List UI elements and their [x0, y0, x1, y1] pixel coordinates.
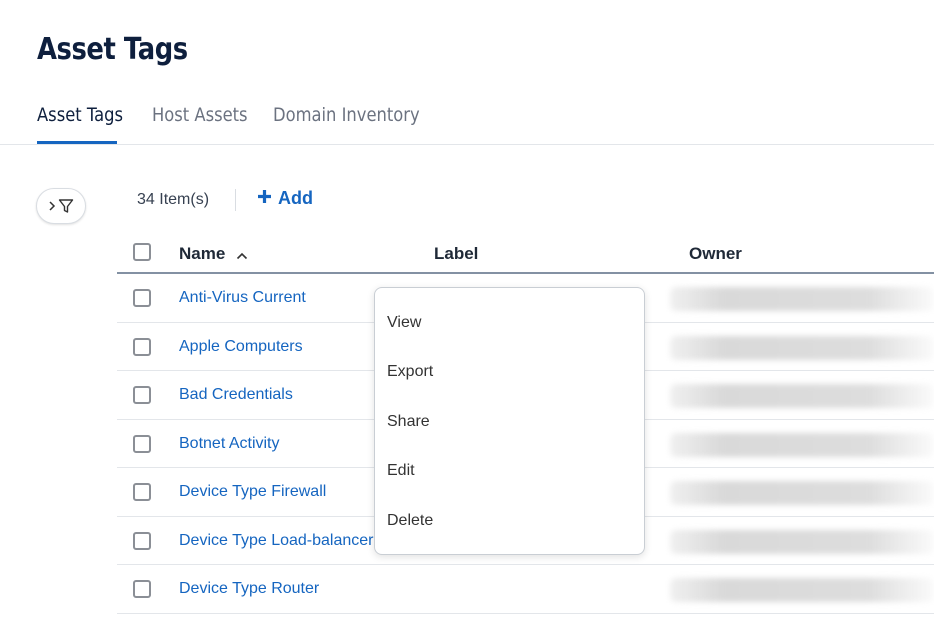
- tag-name-link[interactable]: Bad Credentials: [179, 386, 293, 404]
- menu-item-edit[interactable]: Edit: [375, 451, 644, 491]
- tag-name-link[interactable]: Anti-Virus Current: [179, 289, 306, 307]
- page-title: Asset Tags: [37, 32, 188, 67]
- funnel-icon: [58, 198, 74, 214]
- chevron-right-icon: [48, 200, 56, 212]
- tag-name-link[interactable]: Apple Computers: [179, 338, 303, 356]
- owner-value-redacted: [670, 481, 934, 505]
- select-all-checkbox[interactable]: [133, 243, 151, 261]
- row-checkbox[interactable]: [133, 337, 151, 356]
- tag-name-link[interactable]: Device Type Firewall: [179, 483, 326, 501]
- row-checkbox[interactable]: [133, 580, 151, 598]
- tab-asset-tags[interactable]: Asset Tags: [37, 104, 123, 126]
- column-header-owner[interactable]: Owner: [689, 244, 742, 264]
- row-checkbox[interactable]: [133, 386, 151, 404]
- tag-name-link[interactable]: Device Type Load-balancer: [179, 532, 374, 550]
- table-row: Device Type Router: [117, 565, 934, 614]
- row-checkbox[interactable]: [133, 434, 151, 453]
- row-checkbox[interactable]: [133, 289, 151, 307]
- row-checkbox[interactable]: [133, 483, 151, 501]
- owner-value-redacted: [670, 384, 934, 408]
- tabs-divider: [0, 144, 934, 145]
- row-checkbox[interactable]: [133, 531, 151, 550]
- tag-name-link[interactable]: Device Type Router: [179, 580, 319, 598]
- tab-host-assets[interactable]: Host Assets: [152, 104, 248, 126]
- column-header-name-label: Name: [179, 244, 226, 263]
- tab-domain-inventory[interactable]: Domain Inventory: [273, 104, 420, 126]
- column-header-name[interactable]: Name: [179, 244, 248, 265]
- add-button-label: Add: [278, 188, 313, 208]
- table-header: Name Label Owner: [117, 232, 934, 274]
- owner-value-redacted: [670, 432, 934, 457]
- chevron-up-icon: [236, 245, 248, 265]
- add-button[interactable]: Add: [257, 188, 313, 209]
- owner-value-redacted: [670, 335, 934, 360]
- owner-value-redacted: [670, 578, 934, 602]
- toolbar-divider: [235, 189, 236, 211]
- row-actions-menu: View Export Share Edit Delete: [374, 287, 645, 555]
- column-header-label[interactable]: Label: [434, 244, 478, 264]
- menu-item-export[interactable]: Export: [375, 352, 644, 392]
- menu-item-delete[interactable]: Delete: [375, 501, 644, 541]
- menu-item-share[interactable]: Share: [375, 402, 644, 442]
- filter-panel-toggle[interactable]: [36, 188, 86, 224]
- plus-icon: [257, 188, 272, 209]
- menu-item-view[interactable]: View: [375, 303, 644, 343]
- tag-name-link[interactable]: Botnet Activity: [179, 435, 280, 453]
- item-count: 34 Item(s): [137, 191, 210, 208]
- owner-value-redacted: [670, 529, 934, 554]
- owner-value-redacted: [670, 287, 934, 311]
